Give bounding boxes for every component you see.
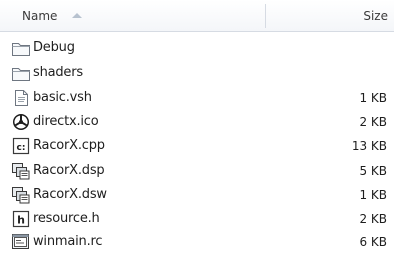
workspace-file-icon (11, 186, 31, 204)
column-header: Name Size (0, 0, 394, 32)
file-name: Debug (33, 40, 75, 55)
text-file-icon (11, 89, 31, 107)
file-row-debug[interactable]: Debug (0, 37, 394, 59)
file-name: directx.ico (33, 114, 99, 129)
file-name: RacorX.dsp (33, 163, 105, 178)
file-size: 1 KB (359, 91, 387, 105)
sort-ascending-icon (72, 13, 82, 18)
resource-file-icon (11, 233, 31, 251)
file-size: 2 KB (359, 212, 387, 226)
file-name: shaders (33, 65, 83, 80)
header-file-icon: h (11, 210, 31, 228)
file-name: RacorX.cpp (33, 138, 105, 153)
file-size: 6 KB (359, 235, 387, 249)
directx-icon (11, 113, 31, 131)
project-file-icon (11, 162, 31, 180)
folder-icon (11, 64, 31, 82)
file-name: basic.vsh (33, 90, 92, 105)
file-row-directx-ico[interactable]: directx.ico 2 KB (0, 111, 394, 133)
file-row-racorx-dsw[interactable]: RacorX.dsw 1 KB (0, 184, 394, 206)
file-row-resource-h[interactable]: h resource.h 2 KB (0, 208, 394, 230)
file-row-racorx-cpp[interactable]: c: RacorX.cpp 13 KB (0, 135, 394, 157)
file-row-winmain-rc[interactable]: winmain.rc 6 KB (0, 231, 394, 253)
folder-icon (11, 39, 31, 57)
file-row-racorx-dsp[interactable]: RacorX.dsp 5 KB (0, 160, 394, 182)
file-size: 13 KB (351, 139, 387, 153)
file-size: 5 KB (359, 164, 387, 178)
column-divider[interactable] (265, 4, 266, 28)
file-name: resource.h (33, 211, 100, 226)
file-size: 1 KB (359, 188, 387, 202)
size-column-header[interactable]: Size (363, 9, 388, 23)
name-column-header[interactable]: Name (22, 9, 57, 23)
cpp-file-icon: c: (11, 137, 31, 155)
file-row-shaders[interactable]: shaders (0, 62, 394, 84)
file-name: RacorX.dsw (33, 187, 107, 202)
file-row-basic-vsh[interactable]: basic.vsh 1 KB (0, 87, 394, 109)
svg-text:h: h (17, 214, 25, 227)
file-size: 2 KB (359, 115, 387, 129)
svg-text:c:: c: (17, 143, 26, 153)
file-name: winmain.rc (33, 234, 103, 249)
